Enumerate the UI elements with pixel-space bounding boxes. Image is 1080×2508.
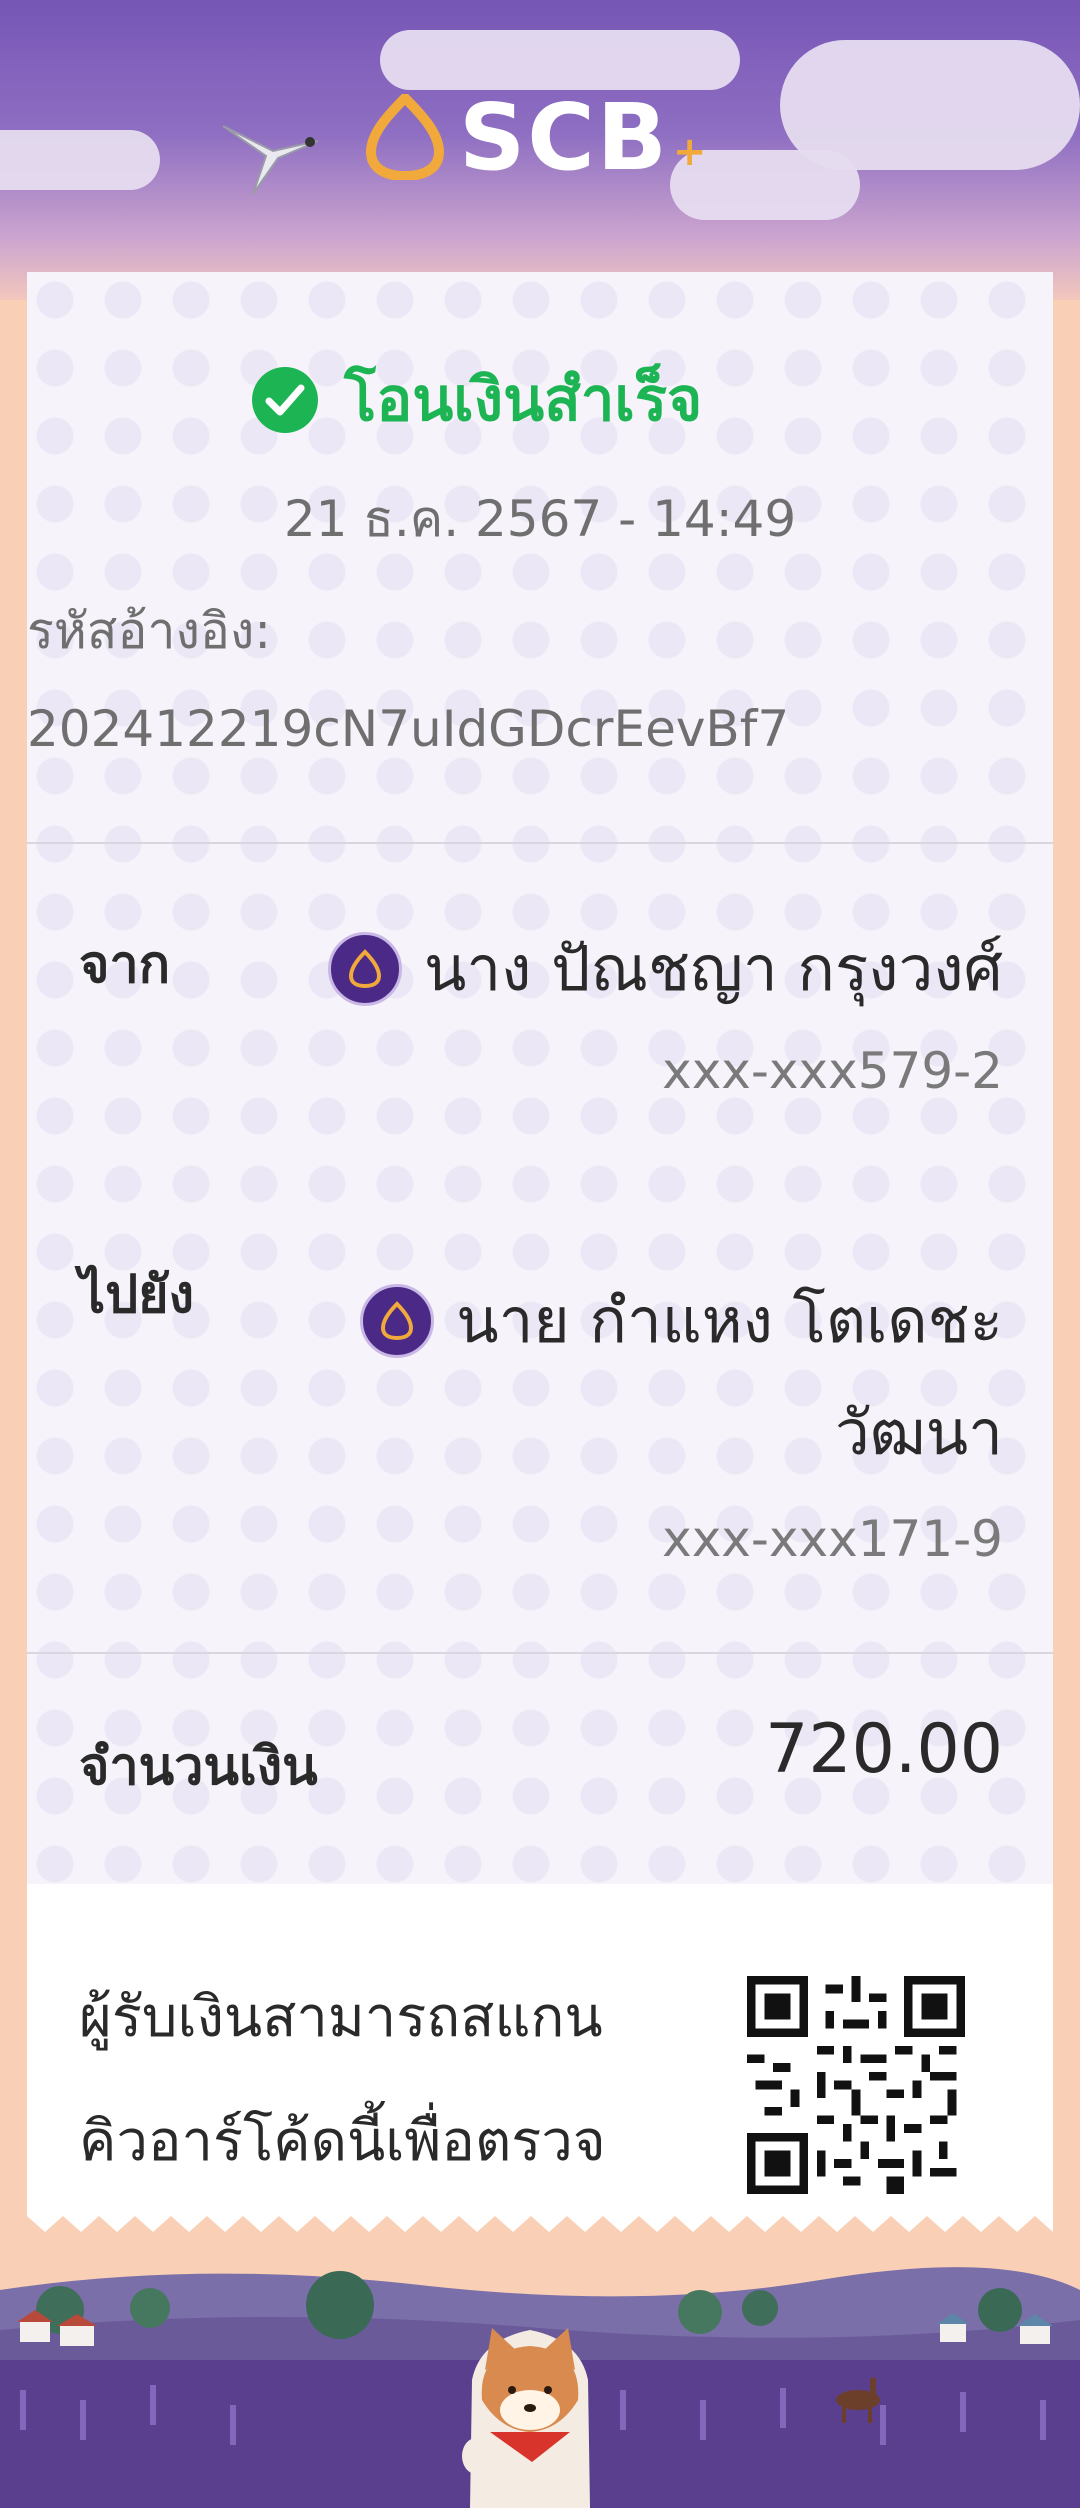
from-account: xxx-xxx579-2 [662, 1042, 1003, 1100]
from-label: จาก [79, 935, 171, 995]
lavender-field-scene [0, 2250, 1080, 2508]
scb-lotus-icon [365, 94, 445, 180]
transaction-datetime: 21 ธ.ค. 2567 - 14:49 [283, 490, 797, 548]
transfer-status: โอนเงินสำเร็จ [252, 352, 702, 447]
bird-icon [222, 125, 319, 195]
qr-note-line1: ผู้รับเงินสามารถสแกน [79, 1985, 603, 2050]
divider [27, 1652, 1053, 1654]
status-text: โอนเงินสำเร็จ [344, 365, 703, 435]
qr-note-line2: คิวอาร์โค้ดนี้เพื่อตรวจ [79, 2109, 606, 2174]
reference-value: 202412219cN7uIdGDcrEevBf7 [27, 700, 790, 758]
from-name: นาง ปัณชญา กรุงวงศ์ [423, 932, 1003, 1005]
amount-value: 720.00 [765, 1710, 1003, 1789]
to-label: ไปยัง [79, 1265, 195, 1325]
to-name-line1: นาย กำแหง โตเดชะ [456, 1284, 1003, 1357]
to-account: xxx-xxx171-9 [662, 1510, 1003, 1568]
divider [27, 842, 1053, 844]
header-banner: SCB + [0, 0, 1080, 300]
check-circle-icon [252, 366, 318, 433]
to-name-line2: วัฒนา [834, 1396, 1003, 1469]
scb-logo: SCB + [365, 84, 707, 191]
from-party: นาง ปัณชญา กรุงวงศ์ [327, 920, 1003, 1018]
scb-bank-icon [327, 932, 402, 1006]
scb-bank-icon [360, 1284, 435, 1358]
to-party: นาย กำแหง โตเดชะ [360, 1272, 1003, 1370]
qr-code[interactable] [747, 1976, 965, 2194]
amount-label: จำนวนเงิน [79, 1737, 318, 1797]
logo-plus: + [672, 129, 707, 175]
receipt-torn-edge [0, 2210, 1080, 2250]
landscape-illustration [0, 2267, 1080, 2508]
receipt-card: โอนเงินสำเร็จ 21 ธ.ค. 2567 - 14:49 รหัสอ… [27, 272, 1053, 2212]
logo-text: SCB [459, 83, 669, 191]
reference-label: รหัสอ้างอิง: [27, 602, 272, 660]
